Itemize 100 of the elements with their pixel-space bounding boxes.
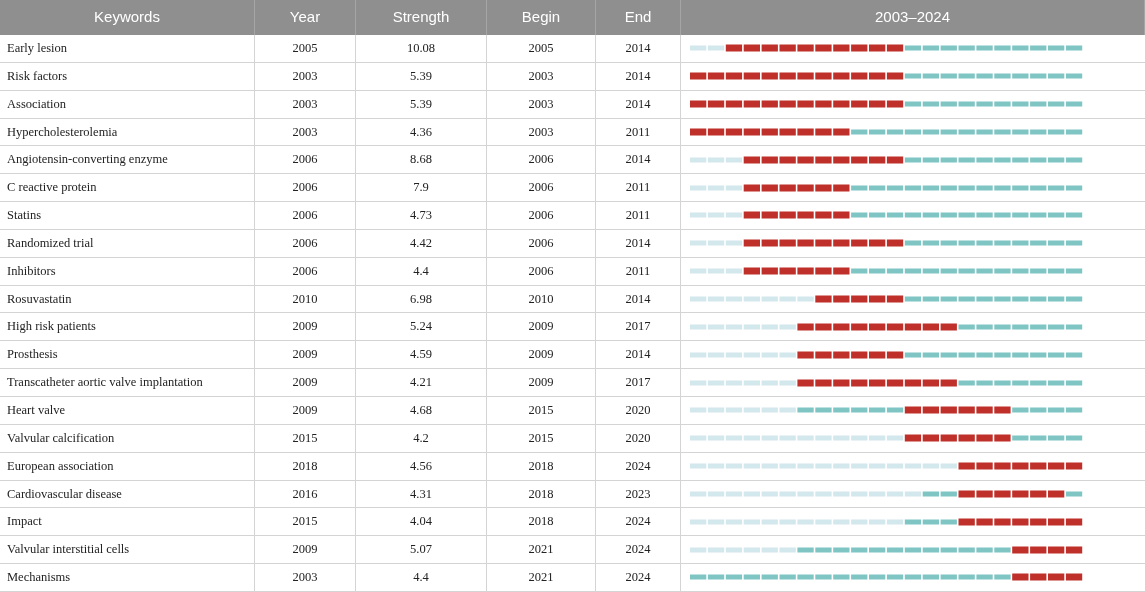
keyword-cell-text: C reactive protein xyxy=(7,179,97,197)
table-cell-text: 2014 xyxy=(625,290,651,308)
keyword-cell-text: Cardiovascular disease xyxy=(7,485,122,503)
keyword-cell-text: Prosthesis xyxy=(7,346,58,364)
table-cell-text: 2006 xyxy=(292,262,318,280)
table-cell-text: 2014 xyxy=(625,234,651,252)
table-cell-text: 2011 xyxy=(625,207,651,225)
table-cell-text: 2011 xyxy=(625,262,651,280)
keyword-cell-text: Inhibitors xyxy=(7,262,56,280)
keyword-cell-text: Hypercholesterolemia xyxy=(7,123,118,141)
table-cell-text: 2010 xyxy=(292,290,318,308)
table-cell-text: 2003 xyxy=(528,95,554,113)
table-cell-text: 4.04 xyxy=(410,513,432,531)
keyword-cell-text: Risk factors xyxy=(7,67,68,85)
table-cell-text: 2017 xyxy=(625,374,651,392)
table-cell-text: 2006 xyxy=(528,207,554,225)
table-cell-text: 2021 xyxy=(528,541,554,559)
table-cell-text: 2014 xyxy=(625,67,651,85)
table-cell-text: 2003 xyxy=(292,67,318,85)
keyword-cell-text: Association xyxy=(7,95,67,113)
column-header: Keywords xyxy=(94,7,160,28)
keyword-cell-text: Mechanisms xyxy=(7,569,71,587)
table-cell-text: 2006 xyxy=(528,234,554,252)
column-header: Begin xyxy=(521,7,561,28)
table-cell-text: 2003 xyxy=(292,569,318,587)
keyword-cell-text: Randomized trial xyxy=(7,234,94,252)
table-cell-text: 2003 xyxy=(292,123,318,141)
table-cell-text: 2015 xyxy=(528,402,554,419)
table-cell-text: 5.39 xyxy=(410,67,432,85)
table-cell-text: 5.07 xyxy=(410,541,432,559)
table-cell-text: 2003 xyxy=(528,123,554,141)
table-cell-text: 2003 xyxy=(292,95,318,113)
table-cell-text: 2024 xyxy=(625,541,651,559)
keyword-cell-text: Rosuvastatin xyxy=(7,290,72,308)
table-cell-text: 2009 xyxy=(292,541,318,559)
table-cell-text: 4.4 xyxy=(413,262,429,280)
table-cell-text: 2018 xyxy=(528,457,554,475)
table-cell-text: 2011 xyxy=(625,179,651,197)
table-cell-text: 4.36 xyxy=(410,123,432,141)
table-cell-text: 2006 xyxy=(292,151,318,169)
table-cell-text: 4.56 xyxy=(410,457,432,475)
table-cell-text: 2017 xyxy=(625,318,651,336)
table-cell-text: 2015 xyxy=(292,513,318,531)
table-cell-text: 8.68 xyxy=(410,151,432,169)
table-cell-text: 4.68 xyxy=(410,402,432,419)
table-cell-text: 2005 xyxy=(292,40,318,58)
table-cell-text: 2021 xyxy=(528,569,554,587)
keyword-cell-text: Early lesion xyxy=(7,40,68,58)
table-cell-text: 2006 xyxy=(528,151,554,169)
table-cell-text: 4.59 xyxy=(410,346,432,364)
table-cell-text: 2015 xyxy=(292,429,318,447)
table-cell-text: 4.2 xyxy=(413,429,429,447)
table-cell-text: 4.42 xyxy=(410,234,432,252)
keyword-cell-text: Angiotensin-converting enzyme xyxy=(7,151,168,169)
table-cell-text: 2018 xyxy=(528,485,554,503)
table-cell-text: 4.73 xyxy=(410,207,432,225)
table-cell-text: 2015 xyxy=(528,429,554,447)
column-header: Year xyxy=(289,7,321,28)
table-cell-text: 2009 xyxy=(528,374,554,392)
keyword-cell-text: Valvular calcification xyxy=(7,429,115,447)
keyword-cell-text: Transcatheter aortic valve implantation xyxy=(7,374,203,392)
keyword-cell-text: Impact xyxy=(7,513,42,531)
table-cell-text: 2014 xyxy=(625,95,651,113)
table-cell-text: 2024 xyxy=(625,457,651,475)
table-cell-text: 6.98 xyxy=(410,290,432,308)
table-cell-text: 5.24 xyxy=(410,318,432,336)
table-cell-text: 4.31 xyxy=(410,485,432,503)
table-cell-text: 2024 xyxy=(625,513,651,531)
table-cell-text: 2009 xyxy=(528,318,554,336)
table-cell-text: 2014 xyxy=(625,151,651,169)
table-cell-text: 2024 xyxy=(625,569,651,587)
keyword-cell-text: Heart valve xyxy=(7,402,65,419)
column-header: 2003–2024 xyxy=(874,7,951,28)
table-cell-text: 2009 xyxy=(292,374,318,392)
table-cell-text: 2005 xyxy=(528,40,554,58)
keyword-cell-text: Statins xyxy=(7,207,42,225)
keyword-cell-text: High risk patients xyxy=(7,318,96,336)
table-cell-text: 4.21 xyxy=(410,374,432,392)
table-cell-text: 2003 xyxy=(528,67,554,85)
table-cell-text: 2009 xyxy=(292,318,318,336)
table-cell-text: 2006 xyxy=(292,234,318,252)
keyword-cell-text: Valvular interstitial cells xyxy=(7,541,130,559)
table-cell-text: 2006 xyxy=(528,262,554,280)
table-cell-text: 2020 xyxy=(625,402,651,419)
table-cell-text: 2018 xyxy=(528,513,554,531)
table-cell-text: 2009 xyxy=(292,346,318,364)
column-header: End xyxy=(624,7,652,28)
table-cell-text: 4.4 xyxy=(413,569,429,587)
column-header: Strength xyxy=(392,7,450,28)
table-cell-text: 2009 xyxy=(528,346,554,364)
table-cell-text: 10.08 xyxy=(406,40,436,58)
table-cell-text: 2006 xyxy=(292,207,318,225)
table-cell-text: 2006 xyxy=(292,179,318,197)
table-cell-text: 2020 xyxy=(625,429,651,447)
table-cell-text: 2023 xyxy=(625,485,651,503)
table-cell-text: 2016 xyxy=(292,485,318,503)
keyword-cell-text: European association xyxy=(7,457,114,475)
table-cell-text: 2006 xyxy=(528,179,554,197)
table-cell-text: 2014 xyxy=(625,40,651,58)
table-cell-text: 2014 xyxy=(625,346,651,364)
